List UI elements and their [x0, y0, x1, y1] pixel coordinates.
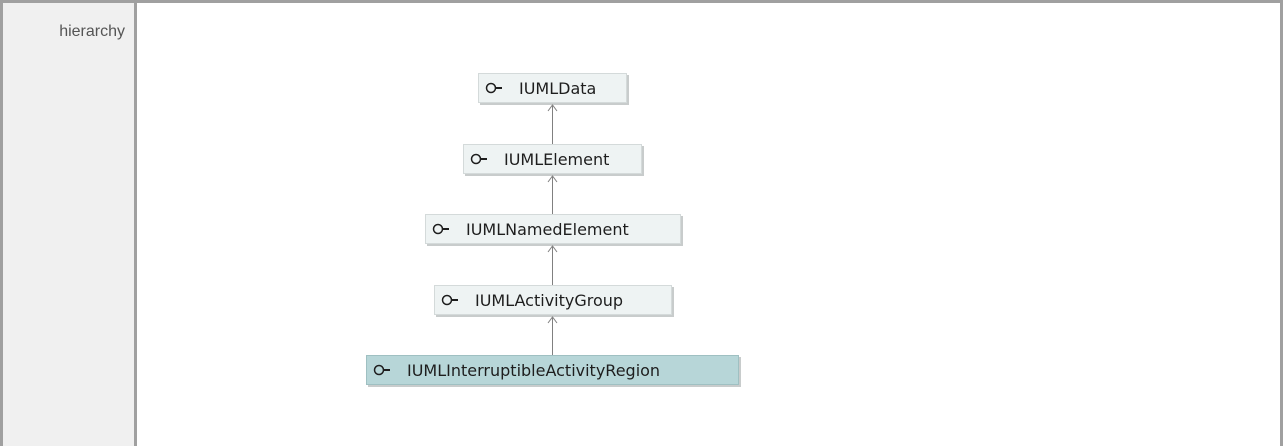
- arrowhead-icon: [547, 316, 558, 324]
- arrowhead-icon: [547, 104, 558, 112]
- node-label: IUMLInterruptibleActivityRegion: [407, 360, 661, 380]
- row-label: hierarchy: [59, 23, 125, 40]
- node-label: IUMLActivityGroup: [475, 290, 624, 310]
- node-label: IUMLNamedElement: [466, 219, 629, 239]
- interface-icon: [432, 223, 449, 235]
- node-label: IUMLData: [519, 78, 597, 98]
- node-iumlelement[interactable]: IUMLElement: [463, 144, 642, 174]
- node-label: IUMLElement: [504, 149, 610, 169]
- interface-icon: [441, 294, 458, 306]
- node-iumlinterruptibleactivityregion[interactable]: IUMLInterruptibleActivityRegion: [366, 355, 739, 385]
- interface-icon: [485, 82, 502, 94]
- interface-icon: [470, 153, 487, 165]
- node-iumlnamedelement[interactable]: IUMLNamedElement: [425, 214, 681, 244]
- interface-icon: [373, 364, 390, 376]
- hierarchy-diagram: IUMLData IUMLElement IUMLNamedElement IU…: [137, 3, 1280, 446]
- node-iumlactivitygroup[interactable]: IUMLActivityGroup: [434, 285, 672, 315]
- arrowhead-icon: [547, 175, 558, 183]
- arrowhead-icon: [547, 245, 558, 253]
- row-label-cell: hierarchy: [3, 3, 134, 446]
- node-iumldata[interactable]: IUMLData: [478, 73, 627, 103]
- hierarchy-panel: hierarchy IUMLData IUMLElement IUMLNamed…: [0, 0, 1283, 446]
